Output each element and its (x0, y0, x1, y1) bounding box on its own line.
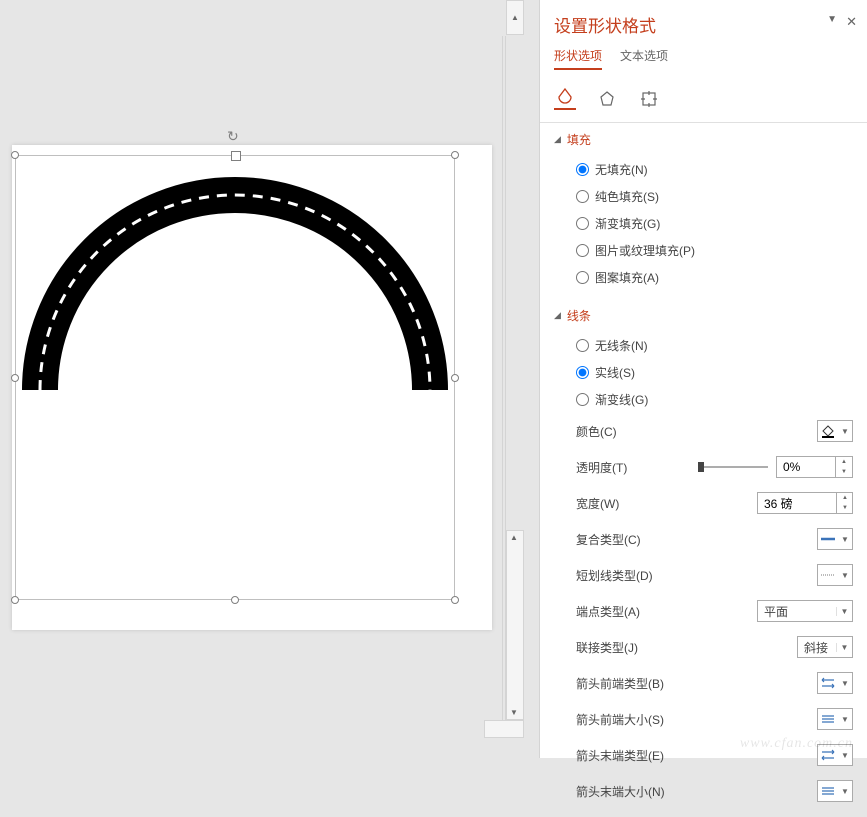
chevron-down-icon: ▼ (836, 607, 852, 616)
close-icon[interactable]: ✕ (846, 14, 857, 30)
arrow-begin-type-row: 箭头前端类型(B) ▼ (554, 665, 853, 701)
transparency-row: 透明度(T) ▲▼ (554, 449, 853, 485)
fill-picture-radio[interactable]: 图片或纹理填充(P) (576, 237, 853, 264)
compound-row: 复合类型(C) ▼ (554, 521, 853, 557)
line-none-radio[interactable]: 无线条(N) (576, 332, 853, 359)
arrow-begin-size-dropdown[interactable]: ▼ (817, 708, 853, 730)
fill-section-header[interactable]: ◢ 填充 (554, 131, 853, 148)
scrollbar-horizontal[interactable] (484, 720, 524, 738)
panel-tabs: 形状选项 文本选项 (540, 41, 867, 76)
spin-up[interactable]: ▲ (837, 493, 853, 503)
line-section-header[interactable]: ◢ 线条 (554, 307, 853, 324)
effects-category-icon[interactable] (596, 88, 618, 110)
line-radio-group: 无线条(N) 实线(S) 渐变线(G) (554, 332, 853, 413)
color-picker[interactable]: ▼ (817, 420, 853, 442)
chevron-down-icon: ▼ (838, 427, 852, 436)
dash-dropdown[interactable]: ▼ (817, 564, 853, 586)
radio-input[interactable] (576, 190, 589, 203)
tab-shape-options[interactable]: 形状选项 (554, 47, 602, 70)
spin-down[interactable]: ▼ (837, 503, 853, 513)
fill-section-title: 填充 (567, 131, 591, 148)
chevron-down-icon: ▼ (838, 571, 852, 580)
resize-handle-tl[interactable] (11, 151, 19, 159)
resize-handle-bm[interactable] (231, 596, 239, 604)
format-shape-panel: 设置形状格式 ▼ ✕ 形状选项 文本选项 ◢ 填充 无填充(N) 纯色填充(S)… (539, 0, 867, 758)
fill-gradient-radio[interactable]: 渐变填充(G) (576, 210, 853, 237)
resize-handle-ml[interactable] (11, 374, 19, 382)
watermark: www.cfan.com.cn (740, 736, 853, 752)
spin-up[interactable]: ▲ (836, 457, 852, 467)
size-category-icon[interactable] (638, 88, 660, 110)
arrow-end-size-dropdown[interactable]: ▼ (817, 780, 853, 802)
arrow-end-size-row: 箭头末端大小(N) ▼ (554, 773, 853, 809)
chevron-down-icon: ▼ (838, 787, 852, 796)
resize-handle-br[interactable] (451, 596, 459, 604)
fill-line-category-icon[interactable] (554, 88, 576, 110)
transparency-slider[interactable] (698, 466, 768, 468)
radio-input[interactable] (576, 339, 589, 352)
chevron-down-icon: ▼ (838, 679, 852, 688)
radio-input[interactable] (576, 217, 589, 230)
fill-none-radio[interactable]: 无填充(N) (576, 156, 853, 183)
fill-pattern-radio[interactable]: 图案填充(A) (576, 264, 853, 291)
color-row: 颜色(C) ▼ (554, 413, 853, 449)
fill-section: ◢ 填充 无填充(N) 纯色填充(S) 渐变填充(G) 图片或纹理填充(P) 图… (540, 123, 867, 299)
cap-row: 端点类型(A) 平面 ▼ (554, 593, 853, 629)
radio-input[interactable] (576, 244, 589, 257)
canvas-workspace: ▲ ↻ ▲ ▼ (0, 0, 524, 758)
radio-input[interactable] (576, 366, 589, 379)
arrow-begin-icon (818, 673, 838, 693)
join-dropdown[interactable]: 斜接 ▼ (797, 636, 853, 658)
dash-row: 短划线类型(D) ▼ (554, 557, 853, 593)
tab-text-options[interactable]: 文本选项 (620, 47, 668, 70)
rotate-handle[interactable]: ↻ (227, 128, 239, 145)
width-spinner[interactable]: ▲▼ (757, 492, 853, 514)
resize-handle-mr[interactable] (451, 374, 459, 382)
radio-input[interactable] (576, 163, 589, 176)
collapse-icon: ◢ (554, 134, 561, 145)
chevron-down-icon: ▼ (838, 715, 852, 724)
panel-pin-icon[interactable]: ▼ (827, 14, 837, 25)
resize-handle-tr[interactable] (451, 151, 459, 159)
radio-input[interactable] (576, 393, 589, 406)
radio-input[interactable] (576, 271, 589, 284)
chevron-down-icon: ▼ (838, 535, 852, 544)
spin-down[interactable]: ▼ (836, 467, 852, 477)
scrollbar-vertical-top[interactable]: ▲ (506, 0, 524, 35)
chevron-down-icon: ▼ (836, 643, 852, 652)
arrow-size-icon (818, 781, 838, 801)
width-row: 宽度(W) ▲▼ (554, 485, 853, 521)
arrow-begin-type-dropdown[interactable]: ▼ (817, 672, 853, 694)
scrollbar-vertical-bottom[interactable]: ▲ ▼ (506, 530, 524, 720)
arch-shape[interactable] (20, 160, 450, 400)
compound-dropdown[interactable]: ▼ (817, 528, 853, 550)
category-icons (540, 76, 867, 123)
paint-bucket-icon (818, 421, 838, 441)
collapse-icon: ◢ (554, 310, 561, 321)
join-row: 联接类型(J) 斜接 ▼ (554, 629, 853, 665)
panel-title: 设置形状格式 (554, 12, 853, 37)
panel-header: 设置形状格式 ▼ ✕ (540, 0, 867, 41)
arrow-size-icon (818, 709, 838, 729)
resize-handle-bl[interactable] (11, 596, 19, 604)
transparency-input[interactable] (777, 457, 835, 477)
width-input[interactable] (758, 493, 836, 513)
arrow-begin-size-row: 箭头前端大小(S) ▼ (554, 701, 853, 737)
fill-radio-group: 无填充(N) 纯色填充(S) 渐变填充(G) 图片或纹理填充(P) 图案填充(A… (554, 156, 853, 291)
transparency-spinner[interactable]: ▲▼ (776, 456, 853, 478)
fill-solid-radio[interactable]: 纯色填充(S) (576, 183, 853, 210)
line-section-title: 线条 (567, 307, 591, 324)
dash-line-icon (818, 565, 838, 585)
compound-line-icon (818, 529, 838, 549)
line-solid-radio[interactable]: 实线(S) (576, 359, 853, 386)
line-gradient-radio[interactable]: 渐变线(G) (576, 386, 853, 413)
cap-dropdown[interactable]: 平面 ▼ (757, 600, 853, 622)
slider-thumb[interactable] (698, 462, 704, 472)
